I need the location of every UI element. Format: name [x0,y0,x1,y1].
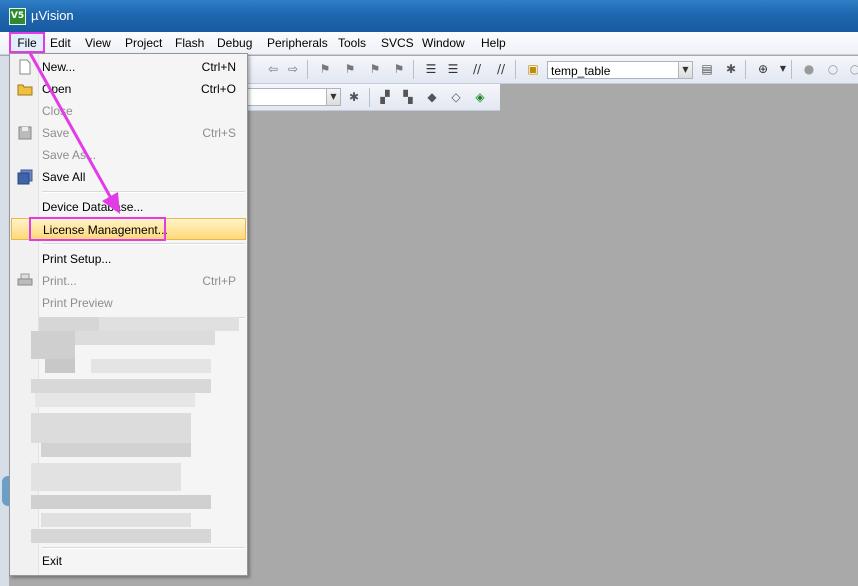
left-panel-strip [0,56,10,586]
options-for-target-icon[interactable]: ✱ [346,89,362,105]
menu-item-close[interactable]: Close [11,100,246,122]
incremental-find-icon[interactable]: ▤ [699,61,715,77]
menu-separator [42,547,245,549]
toolbar-build: ▼ ✱ ▞ ▚ ◆ ◇ ◈ [245,84,500,111]
annotation-highlight-box [29,217,166,241]
toolbar-main: ⇦ ⇨ ⚑ ⚑ ⚑ ⚑ ☰ ☰ // // ▣ temp_table ▼ ▤ ✱… [245,56,858,84]
menu-peripherals[interactable]: Peripherals [267,36,328,50]
bookmark-prev-icon[interactable]: ⚑ [342,61,358,77]
menu-debug[interactable]: Debug [217,36,252,50]
toolbar-separator [369,88,370,107]
menu-item-label: Exit [42,554,63,568]
menu-project[interactable]: Project [125,36,162,50]
toolbar-separator [307,60,308,79]
menu-item-label: Close [42,104,73,118]
select-packs-icon[interactable]: ▚ [400,89,416,105]
menu-item-print[interactable]: Print... Ctrl+P [11,270,246,292]
menu-item-shortcut: Ctrl+O [200,82,236,96]
navigate-back-icon[interactable]: ⇦ [265,61,281,77]
new-file-icon [19,59,31,75]
file-menu-dropdown: New... Ctrl+N Open Ctrl+O Close Save Ctr… [9,53,248,576]
bookmark-next-icon[interactable]: ⚑ [367,61,383,77]
bookmark-icon[interactable]: ⚑ [317,61,333,77]
target-combo-value: temp_table [551,64,611,78]
zoom-icon[interactable]: ⊕ [755,61,771,77]
breakpoint-kill-icon[interactable]: ○ [847,61,858,77]
title-bar: V5 µVision [0,0,858,32]
breakpoint-icon[interactable]: ● [801,61,817,77]
menu-item-label: Print Setup... [42,252,112,266]
menu-item-label: Save [42,126,70,140]
indent-icon[interactable]: ☰ [423,61,439,77]
menu-item-label: Open [42,82,72,96]
menu-item-exit[interactable]: Exit [11,550,246,572]
manage-project-items-icon[interactable]: ▞ [377,89,393,105]
chevron-down-icon[interactable]: ▼ [326,89,340,105]
pack-installer-icon[interactable]: ◆ [424,89,440,105]
find-in-files-icon[interactable]: ▣ [525,61,541,77]
debug-icon[interactable]: ✱ [723,61,739,77]
pack-icon[interactable]: ◈ [472,89,488,105]
save-all-icon [17,169,33,185]
menu-item-save-all[interactable]: Save All [11,166,246,188]
menu-separator [42,191,245,193]
menu-item-open[interactable]: Open Ctrl+O [11,78,246,100]
menu-item-shortcut: Ctrl+S [202,126,236,140]
app-icon: V5 [9,8,26,25]
chevron-down-icon[interactable]: ▼ [775,61,791,77]
menu-item-save[interactable]: Save Ctrl+S [11,122,246,144]
menu-item-label: Print Preview [42,296,113,310]
menu-item-shortcut: Ctrl+N [201,60,236,74]
menu-item-shortcut: Ctrl+P [202,274,236,288]
save-icon [18,126,32,140]
unindent-icon[interactable]: ☰ [445,61,461,77]
printer-icon [17,273,33,286]
menu-item-new[interactable]: New... Ctrl+N [11,56,246,78]
recent-files-redacted [31,317,239,543]
bookmark-clear-icon[interactable]: ⚑ [391,61,407,77]
toolbar-separator [791,60,792,79]
menu-bar: File Edit View Project Flash Debug Perip… [0,32,858,55]
menu-item-print-setup[interactable]: Print Setup... [11,248,246,270]
chevron-down-icon[interactable]: ▼ [678,62,692,78]
toolbar-separator [515,60,516,79]
menu-svcs[interactable]: SVCS [381,36,414,50]
menu-item-label: Device Database... [42,200,144,214]
menu-separator [42,243,245,245]
toolbar-separator [413,60,414,79]
workspace-area [248,111,858,586]
menu-item-print-preview[interactable]: Print Preview [11,292,246,314]
manage-rte-icon[interactable]: ◇ [448,89,464,105]
menu-view[interactable]: View [85,36,111,50]
menu-flash[interactable]: Flash [175,36,204,50]
window-title: µVision [31,8,74,23]
menu-file[interactable]: File [9,32,45,53]
menu-item-device-database[interactable]: Device Database... [11,196,246,218]
menu-item-label: Save As... [42,148,97,162]
menu-item-label: Print... [42,274,77,288]
uncomment-icon[interactable]: // [493,61,509,77]
open-folder-icon [17,84,33,96]
menu-help[interactable]: Help [481,36,506,50]
menu-edit[interactable]: Edit [50,36,71,50]
menu-item-label: Save All [42,170,86,184]
menu-item-save-as[interactable]: Save As... [11,144,246,166]
breakpoint-disable-icon[interactable]: ○ [825,61,841,77]
build-target-combo[interactable]: ▼ [247,88,341,106]
menu-window[interactable]: Window [422,36,465,50]
target-combo[interactable]: temp_table ▼ [547,61,693,79]
comment-icon[interactable]: // [469,61,485,77]
navigate-forward-icon[interactable]: ⇨ [285,61,301,77]
menu-item-label: New... [42,60,76,74]
toolbar-separator [745,60,746,79]
menu-tools[interactable]: Tools [338,36,366,50]
